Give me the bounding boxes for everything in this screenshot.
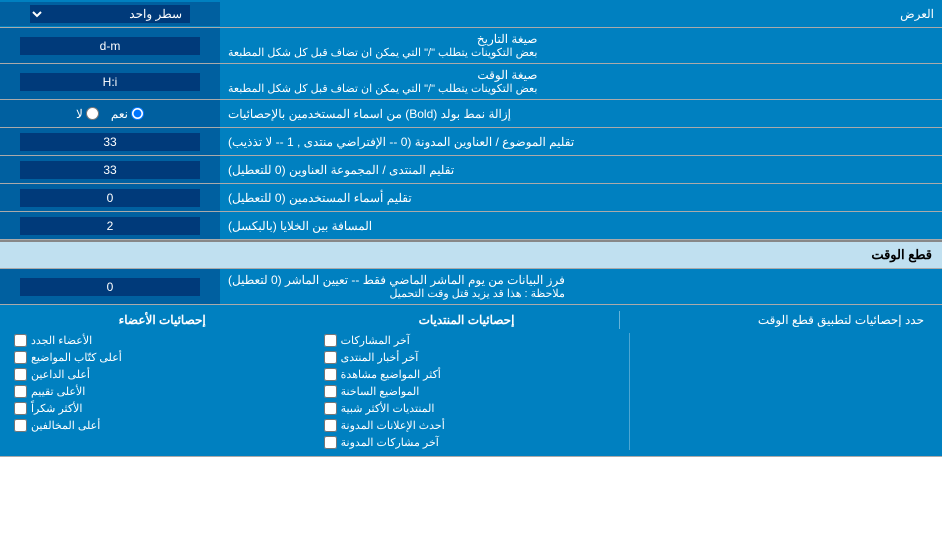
checkbox-item: المواضيع الساخنة: [324, 384, 626, 399]
cutoff-input[interactable]: [20, 278, 200, 296]
time-format-input[interactable]: [20, 73, 200, 91]
time-format-input-cell: [0, 64, 220, 99]
cell-spacing-row: المسافة بين الخلايا (بالبكسل): [0, 212, 942, 240]
forum-trim-row: تقليم المنتدى / المجموعة العناوين (0 للت…: [0, 156, 942, 184]
checkbox-top-posters[interactable]: [14, 351, 27, 364]
forum-trim-label: تقليم المنتدى / المجموعة العناوين (0 للت…: [220, 156, 942, 183]
topic-trim-input-cell: [0, 128, 220, 155]
checkbox-item: الأعضاء الجدد: [14, 333, 316, 348]
checkbox-item: آخر المشاركات: [324, 333, 626, 348]
col2-header: إحصائيات الأعضاء: [10, 311, 314, 329]
bold-remove-radio-cell: نعم لا: [0, 100, 220, 127]
bold-remove-row: إزالة نمط بولد (Bold) من اسماء المستخدمي…: [0, 100, 942, 128]
limit-label: حدد إحصائيات لتطبيق قطع الوقت: [620, 311, 932, 329]
cutoff-section-header: قطع الوقت: [0, 240, 942, 269]
date-format-row: صيغة التاريخ بعض التكوينات يتطلب "/" الت…: [0, 28, 942, 64]
cell-spacing-label: المسافة بين الخلايا (بالبكسل): [220, 212, 942, 239]
display-label: العرض: [220, 3, 942, 25]
checkbox-top-referrers[interactable]: [14, 368, 27, 381]
bold-yes-radio[interactable]: [131, 107, 144, 120]
checkbox-item: أعلى كتّاب المواضيع: [14, 350, 316, 365]
checkbox-item: أكثر المواضيع مشاهدة: [324, 367, 626, 382]
checkbox-item: الأكثر شكراً: [14, 401, 316, 416]
display-select[interactable]: سطر واحد سطرين ثلاثة أسطر: [30, 5, 190, 23]
topic-trim-row: تقليم الموضوع / العناوين المدونة (0 -- ا…: [0, 128, 942, 156]
checkbox-top-rated[interactable]: [14, 385, 27, 398]
checkbox-headers: حدد إحصائيات لتطبيق قطع الوقت إحصائيات ا…: [10, 311, 932, 329]
checkbox-item: آخر مشاركات المدونة: [324, 435, 626, 450]
checkboxes-data: آخر المشاركات آخر أخبار المنتدى أكثر الم…: [10, 333, 932, 450]
display-row: العرض سطر واحد سطرين ثلاثة أسطر: [0, 0, 942, 28]
main-wrapper: العرض سطر واحد سطرين ثلاثة أسطر صيغة الت…: [0, 0, 942, 457]
topic-trim-label: تقليم الموضوع / العناوين المدونة (0 -- ا…: [220, 128, 942, 155]
forum-trim-input-cell: [0, 156, 220, 183]
username-trim-input[interactable]: [20, 189, 200, 207]
topic-trim-input[interactable]: [20, 133, 200, 151]
username-trim-label: تقليم أسماء المستخدمين (0 للتعطيل): [220, 184, 942, 211]
checkbox-most-viewed[interactable]: [324, 368, 337, 381]
bold-no-radio[interactable]: [86, 107, 99, 120]
date-format-input[interactable]: [20, 37, 200, 55]
col1-header: إحصائيات المنتديات: [314, 311, 619, 329]
forum-trim-input[interactable]: [20, 161, 200, 179]
cutoff-row: فرز البيانات من يوم الماشر الماضي فقط --…: [0, 269, 942, 305]
bold-remove-label: إزالة نمط بولد (Bold) من اسماء المستخدمي…: [220, 100, 942, 127]
checkbox-item: المنتديات الأكثر شبية: [324, 401, 626, 416]
cutoff-input-cell: [0, 269, 220, 304]
checkbox-col-members: الأعضاء الجدد أعلى كتّاب المواضيع أعلى ا…: [10, 333, 320, 450]
date-format-input-cell: [0, 28, 220, 63]
checkbox-last-news[interactable]: [324, 351, 337, 364]
checkbox-top-warned[interactable]: [14, 419, 27, 432]
checkbox-last-posts[interactable]: [324, 334, 337, 347]
checkbox-most-thanked[interactable]: [14, 402, 27, 415]
checkbox-item: أعلى المخالفين: [14, 418, 316, 433]
bold-no-label[interactable]: لا: [76, 107, 99, 121]
checkbox-new-members[interactable]: [14, 334, 27, 347]
cell-spacing-input[interactable]: [20, 217, 200, 235]
checkbox-latest-announcements[interactable]: [324, 419, 337, 432]
checkbox-item: أعلى الداعين: [14, 367, 316, 382]
time-format-row: صيغة الوقت بعض التكوينات يتطلب "/" التي …: [0, 64, 942, 100]
checkbox-col-forums: آخر المشاركات آخر أخبار المنتدى أكثر الم…: [320, 333, 631, 450]
time-format-label: صيغة الوقت بعض التكوينات يتطلب "/" التي …: [220, 64, 942, 99]
checkboxes-section: حدد إحصائيات لتطبيق قطع الوقت إحصائيات ا…: [0, 305, 942, 457]
left-spacer: [630, 333, 932, 450]
date-format-label: صيغة التاريخ بعض التكوينات يتطلب "/" الت…: [220, 28, 942, 63]
username-trim-input-cell: [0, 184, 220, 211]
cell-spacing-input-cell: [0, 212, 220, 239]
cutoff-label: فرز البيانات من يوم الماشر الماضي فقط --…: [220, 269, 942, 304]
checkbox-most-active-forums[interactable]: [324, 402, 337, 415]
checkbox-hot-topics[interactable]: [324, 385, 337, 398]
display-select-cell: سطر واحد سطرين ثلاثة أسطر: [0, 2, 220, 26]
checkbox-last-blog-posts[interactable]: [324, 436, 337, 449]
checkbox-item: آخر أخبار المنتدى: [324, 350, 626, 365]
bold-yes-label[interactable]: نعم: [111, 107, 144, 121]
checkbox-item: أحدث الإعلانات المدونة: [324, 418, 626, 433]
username-trim-row: تقليم أسماء المستخدمين (0 للتعطيل): [0, 184, 942, 212]
checkbox-item: الأعلى تقييم: [14, 384, 316, 399]
